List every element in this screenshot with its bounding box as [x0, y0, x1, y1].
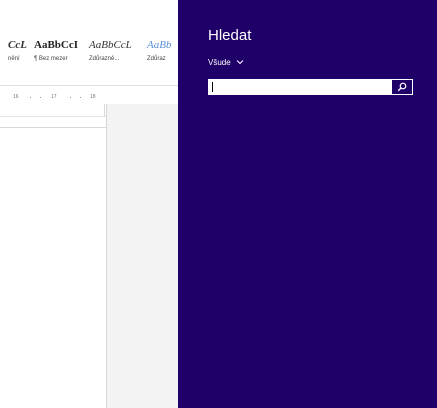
style-tile-4[interactable]: AaBb Zdůraz [147, 38, 178, 70]
chevron-down-icon [236, 60, 244, 65]
page-margin-guide [0, 127, 106, 128]
ruler-dot [70, 97, 71, 98]
style-name: Zdůrazně... [89, 56, 120, 62]
page-margin-guide [0, 116, 106, 117]
search-scope-label: Všude [208, 57, 231, 67]
word-document-window: CcL nění AaBbCcI ¶ Bez mezer AaBbCcL Zdů… [0, 0, 178, 408]
style-preview: CcL [8, 39, 27, 51]
style-tile-1[interactable]: CcL nění [8, 38, 34, 70]
style-name: Zdůraz [147, 56, 166, 62]
search-button[interactable] [392, 80, 412, 94]
ruler-tick-label: 17 [51, 94, 57, 100]
ruler-dot [40, 97, 41, 98]
magnifier-icon [397, 82, 407, 92]
style-tile-2[interactable]: AaBbCcI ¶ Bez mezer [34, 38, 82, 70]
style-preview: AaBbCcL [89, 39, 132, 51]
style-tile-3[interactable]: AaBbCcL Zdůrazně... [89, 38, 141, 70]
search-scope-dropdown[interactable]: Všude [208, 56, 244, 68]
horizontal-ruler[interactable]: 16 17 18 [0, 93, 108, 102]
style-name: ¶ Bez mezer [34, 56, 68, 62]
charm-title: Hledat [208, 27, 252, 44]
search-box [208, 79, 413, 95]
ruler-dot [80, 97, 81, 98]
search-input[interactable] [209, 80, 392, 94]
ribbon-divider [0, 85, 178, 86]
ruler-tick-label: 16 [13, 94, 19, 100]
styles-gallery: CcL nění AaBbCcI ¶ Bez mezer AaBbCcL Zdů… [0, 38, 178, 70]
page-corner-mark [104, 104, 105, 117]
document-page[interactable] [0, 104, 107, 408]
style-name: nění [8, 56, 20, 62]
style-preview: AaBbCcI [34, 39, 79, 51]
ruler-tick-label: 18 [90, 94, 96, 100]
search-charm-panel: Hledat Všude [178, 0, 437, 408]
text-caret [212, 82, 213, 92]
ruler-dot [30, 97, 31, 98]
style-preview: AaBb [147, 39, 172, 51]
